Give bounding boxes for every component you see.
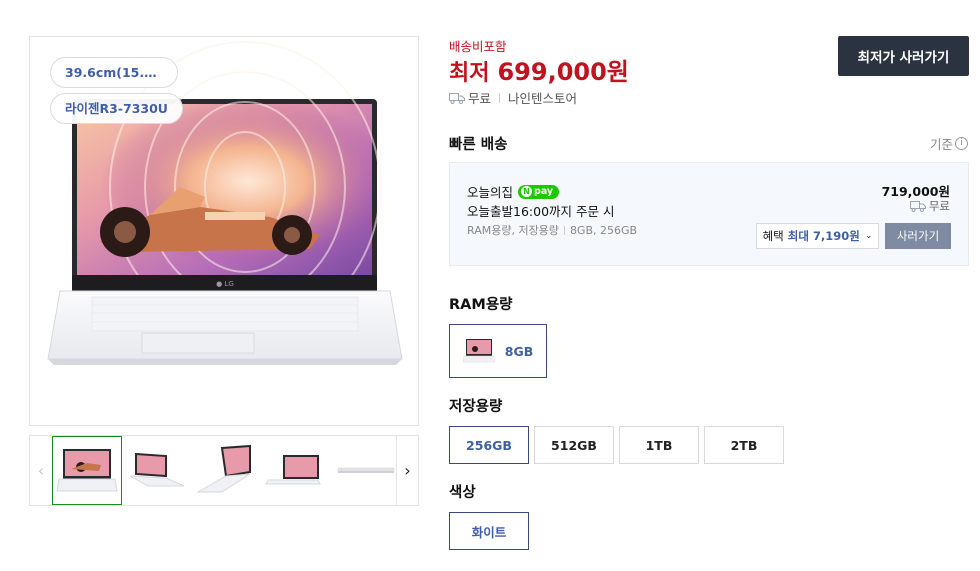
spec-chip-cpu[interactable]: 라이젠R3-7330U — [50, 93, 183, 124]
chevron-down-icon: ⌄ — [864, 231, 873, 241]
divider — [563, 225, 565, 235]
product-main-image[interactable]: ● LG 39.6cm(15.6인... 라이젠R3-7330U — [29, 36, 419, 426]
npay-badge-label: pay — [534, 185, 554, 197]
delivery-fee: 무료 — [468, 91, 492, 106]
seller-name[interactable]: 나인텐스토어 — [508, 88, 577, 107]
storage-option-2tb[interactable]: 2TB — [704, 426, 784, 464]
benefit-dropdown[interactable]: 혜택 최대 7,190원 ⌄ — [756, 223, 879, 249]
laptop-thumbnail-icon — [462, 339, 495, 363]
storage-option-512gb[interactable]: 512GB — [534, 426, 614, 464]
option-names: RAM용량, 저장용량 — [467, 224, 559, 237]
offer-delivery-fee: 무료 — [928, 199, 950, 213]
option-values: 8GB, 256GB — [569, 223, 638, 237]
color-option-title: 색상 — [449, 485, 476, 501]
offer-buy-button[interactable]: 사러가기 — [885, 223, 951, 249]
benefit-label: 혜택 — [762, 229, 784, 243]
storage-option-title: 저장용량 — [449, 399, 503, 415]
ram-option-label: 8GB — [504, 343, 534, 359]
thumbnail-strip: ‹ › — [29, 435, 419, 506]
thumbnail-prev-arrow[interactable]: ‹ — [30, 436, 52, 505]
color-option-white[interactable]: 화이트 — [449, 512, 529, 550]
thumbnail-2[interactable] — [122, 436, 192, 505]
naver-n-icon: N — [521, 186, 533, 197]
svg-text:● LG: ● LG — [216, 280, 234, 288]
truck-icon — [449, 92, 465, 104]
price-value: 699,000원 — [497, 58, 629, 86]
offer-options: RAM용량, 저장용량 8GB, 256GB — [467, 222, 637, 238]
criteria-label: 기준 — [929, 137, 953, 152]
store-name[interactable]: 오늘의집 — [467, 182, 513, 201]
thumbnail-3[interactable] — [192, 436, 262, 505]
offer-store: 오늘의집 Npay — [467, 182, 560, 201]
price-prefix: 최저 — [449, 61, 490, 86]
thumbnail-4[interactable] — [262, 436, 332, 505]
spec-chip-screen-size[interactable]: 39.6cm(15.6인... — [50, 57, 178, 88]
shipping-deadline: 오늘출발16:00까지 주문 시 — [467, 204, 615, 219]
thumbnail-next-arrow[interactable]: › — [396, 436, 418, 505]
offer-delivery: 무료 — [909, 198, 950, 214]
info-icon[interactable]: i — [955, 137, 968, 150]
ram-option-title: RAM용량 — [449, 297, 513, 313]
lowest-price: 최저 699,000원 — [449, 52, 629, 87]
divider — [499, 92, 501, 103]
npay-badge: Npay — [518, 184, 560, 199]
storage-option-1tb[interactable]: 1TB — [619, 426, 699, 464]
ram-option-8gb[interactable]: 8GB — [449, 324, 547, 378]
buy-lowest-price-button[interactable]: 최저가 사러가기 — [838, 36, 969, 76]
delivery-seller-row: 무료 나인텐스토어 — [449, 88, 577, 107]
criteria-info[interactable]: 기준 i — [930, 134, 968, 153]
thumbnail-5[interactable] — [332, 436, 402, 505]
thumbnail-1[interactable] — [52, 436, 122, 505]
storage-option-256gb[interactable]: 256GB — [449, 426, 529, 464]
fast-delivery-title: 빠른 배송 — [449, 137, 508, 153]
fast-delivery-offer: 오늘의집 Npay 오늘출발16:00까지 주문 시 RAM용량, 저장용량 8… — [449, 162, 969, 266]
truck-icon — [909, 201, 926, 212]
benefit-value: 최대 7,190원 — [787, 229, 860, 243]
